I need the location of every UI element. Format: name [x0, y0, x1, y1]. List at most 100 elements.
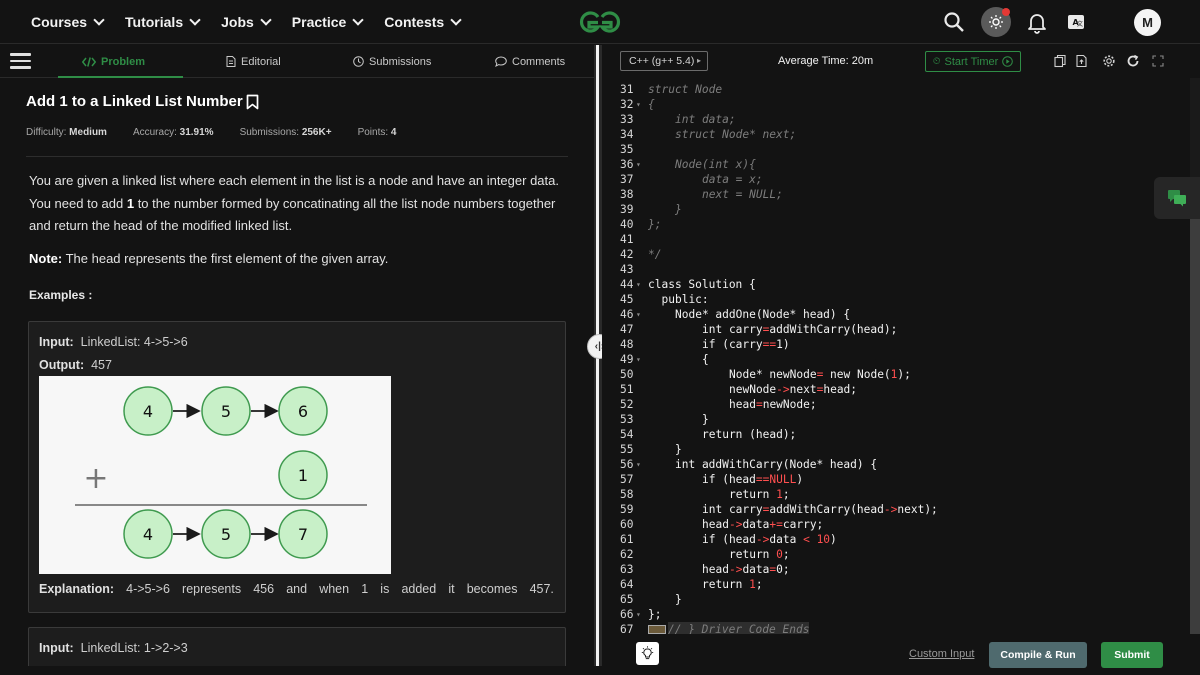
code-text: }	[702, 413, 709, 426]
node-value: 5	[221, 402, 231, 421]
code-text: struct Node	[648, 83, 723, 96]
folded-code-marker[interactable]	[648, 625, 666, 634]
editor-scroll-thumb[interactable]	[1190, 188, 1200, 634]
code-text: return 0;	[729, 548, 790, 561]
code-text: Node* addOne(Node* head) {	[675, 308, 851, 321]
hint-button[interactable]	[636, 642, 659, 665]
copy-icon[interactable]	[1053, 54, 1067, 68]
code-line: 54 return (head);	[602, 427, 1190, 442]
code-text: {	[648, 98, 655, 111]
code-line: 55}	[602, 442, 1190, 457]
code-text: }	[675, 443, 682, 456]
code-line: 35	[602, 142, 1190, 157]
code-text: head->data=0;	[702, 563, 790, 576]
bookmark-icon[interactable]	[246, 94, 259, 110]
gear-icon[interactable]	[1102, 54, 1116, 68]
line-number: 51	[620, 383, 634, 396]
tab-submissions[interactable]: Submissions	[353, 45, 431, 78]
tab-editorial-label: Editorial	[241, 55, 281, 68]
code-line: 51 newNode->next=head;	[602, 382, 1190, 397]
line-number: 34	[620, 128, 634, 141]
bell-icon[interactable]	[1025, 10, 1049, 34]
code-editor[interactable]: 31 struct Node 32 ▾{33 int data; 34 struct Nod…	[602, 78, 1190, 634]
fold-arrow-icon[interactable]: ▾	[636, 457, 641, 472]
line-number: 54	[620, 428, 634, 441]
fold-arrow-icon[interactable]: ▾	[636, 607, 641, 622]
code-line: 61 if (head->data < 10)	[602, 532, 1190, 547]
compile-run-button[interactable]: Compile & Run	[989, 642, 1087, 668]
nav-menu-jobs[interactable]: Jobs	[221, 14, 272, 30]
language-select[interactable]: C++ (g++ 5.4) ▸	[620, 51, 708, 71]
explanation-word: represents	[182, 582, 242, 596]
explanation-word: 1	[361, 582, 369, 596]
translate-icon[interactable]: A 文	[1064, 10, 1088, 34]
code-line: 67 // } Driver Code Ends	[602, 622, 1190, 634]
tab-comments[interactable]: Comments	[495, 45, 565, 78]
search-icon[interactable]	[942, 10, 966, 34]
chevron-down-icon	[450, 14, 462, 26]
tab-editorial[interactable]: Editorial	[226, 45, 281, 78]
explanation-word: becomes	[466, 582, 518, 596]
hamburger-menu-icon[interactable]	[10, 53, 31, 69]
average-time: Average Time: 20m	[778, 55, 874, 67]
problem-meta: Difficulty: Medium Accuracy: 31.91% Subm…	[26, 127, 422, 138]
theme-toggle-button[interactable]	[981, 7, 1011, 37]
code-text: return 1;	[729, 488, 790, 501]
chat-icon	[1168, 190, 1186, 207]
fold-arrow-icon[interactable]: ▾	[636, 307, 641, 322]
language-value: C++ (g++ 5.4)	[629, 55, 695, 67]
line-number: 47	[620, 323, 634, 336]
fold-arrow-icon[interactable]: ▾	[636, 157, 641, 172]
line-number: 43	[620, 263, 634, 276]
line-number: 55	[620, 443, 634, 456]
code-text: int addWithCarry(Node* head) {	[675, 458, 878, 471]
code-line: 48 if (carry==1)	[602, 337, 1190, 352]
code-text: */	[648, 248, 662, 261]
explanation-word: when	[319, 582, 350, 596]
start-timer-button[interactable]: ⏲ Start Timer	[925, 51, 1021, 72]
fold-arrow-icon[interactable]: ▾	[636, 97, 641, 112]
nav-menu-practice[interactable]: Practice	[292, 14, 364, 30]
explanation-word: and	[286, 582, 308, 596]
submit-button[interactable]: Submit	[1101, 642, 1163, 668]
nav-menu-contests[interactable]: Contests	[384, 14, 462, 30]
refresh-icon[interactable]	[1126, 54, 1140, 68]
accuracy: Accuracy: 31.91%	[132, 127, 214, 138]
start-timer-label: Start Timer	[944, 55, 999, 68]
code-line: 37 data = x;	[602, 172, 1190, 187]
gfg-logo[interactable]	[573, 8, 627, 36]
custom-input-link[interactable]: Custom Input	[909, 648, 974, 660]
svg-text:文: 文	[1077, 20, 1083, 28]
clock-icon	[353, 56, 364, 67]
fold-arrow-icon[interactable]: ▾	[636, 277, 641, 292]
code-line: 41	[602, 232, 1190, 247]
code-text: next = NULL;	[702, 188, 783, 201]
code-line: 59 int carry=addWithCarry(head->next);	[602, 502, 1190, 517]
document-icon	[226, 56, 236, 67]
upload-file-icon[interactable]	[1075, 54, 1089, 68]
fold-arrow-icon[interactable]: ▾	[636, 352, 641, 367]
code-line: 33 int data;	[602, 112, 1190, 127]
code-line: 53}	[602, 412, 1190, 427]
code-text: };	[648, 608, 662, 621]
nav-menu-courses[interactable]: Courses	[31, 14, 105, 30]
points: Points: 4	[357, 127, 397, 138]
explanation-word: 456	[253, 582, 275, 596]
fullscreen-icon[interactable]	[1151, 54, 1165, 68]
code-text: if (carry==1)	[702, 338, 790, 351]
code-text: return (head);	[702, 428, 797, 441]
chat-button[interactable]	[1154, 177, 1200, 219]
example-1-output: Output: 457	[39, 358, 112, 372]
example-1-input: Input: LinkedList: 4->5->6	[39, 335, 188, 349]
nav-menu-label: Contests	[384, 14, 445, 30]
line-number: 62	[620, 548, 634, 561]
nav-menu-tutorials[interactable]: Tutorials	[125, 14, 201, 30]
line-number: 37	[620, 173, 634, 186]
avatar[interactable]: M	[1134, 9, 1161, 36]
tab-problem[interactable]: Problem	[82, 45, 145, 78]
line-number: 60	[620, 518, 634, 531]
nav-menu-label: Jobs	[221, 14, 254, 30]
example-box-2: Input: LinkedList: 1->2->3	[28, 627, 566, 666]
code-text: };	[648, 218, 662, 231]
editor-panel: C++ (g++ 5.4) ▸ Average Time: 20m ⏲ Star…	[602, 45, 1200, 675]
